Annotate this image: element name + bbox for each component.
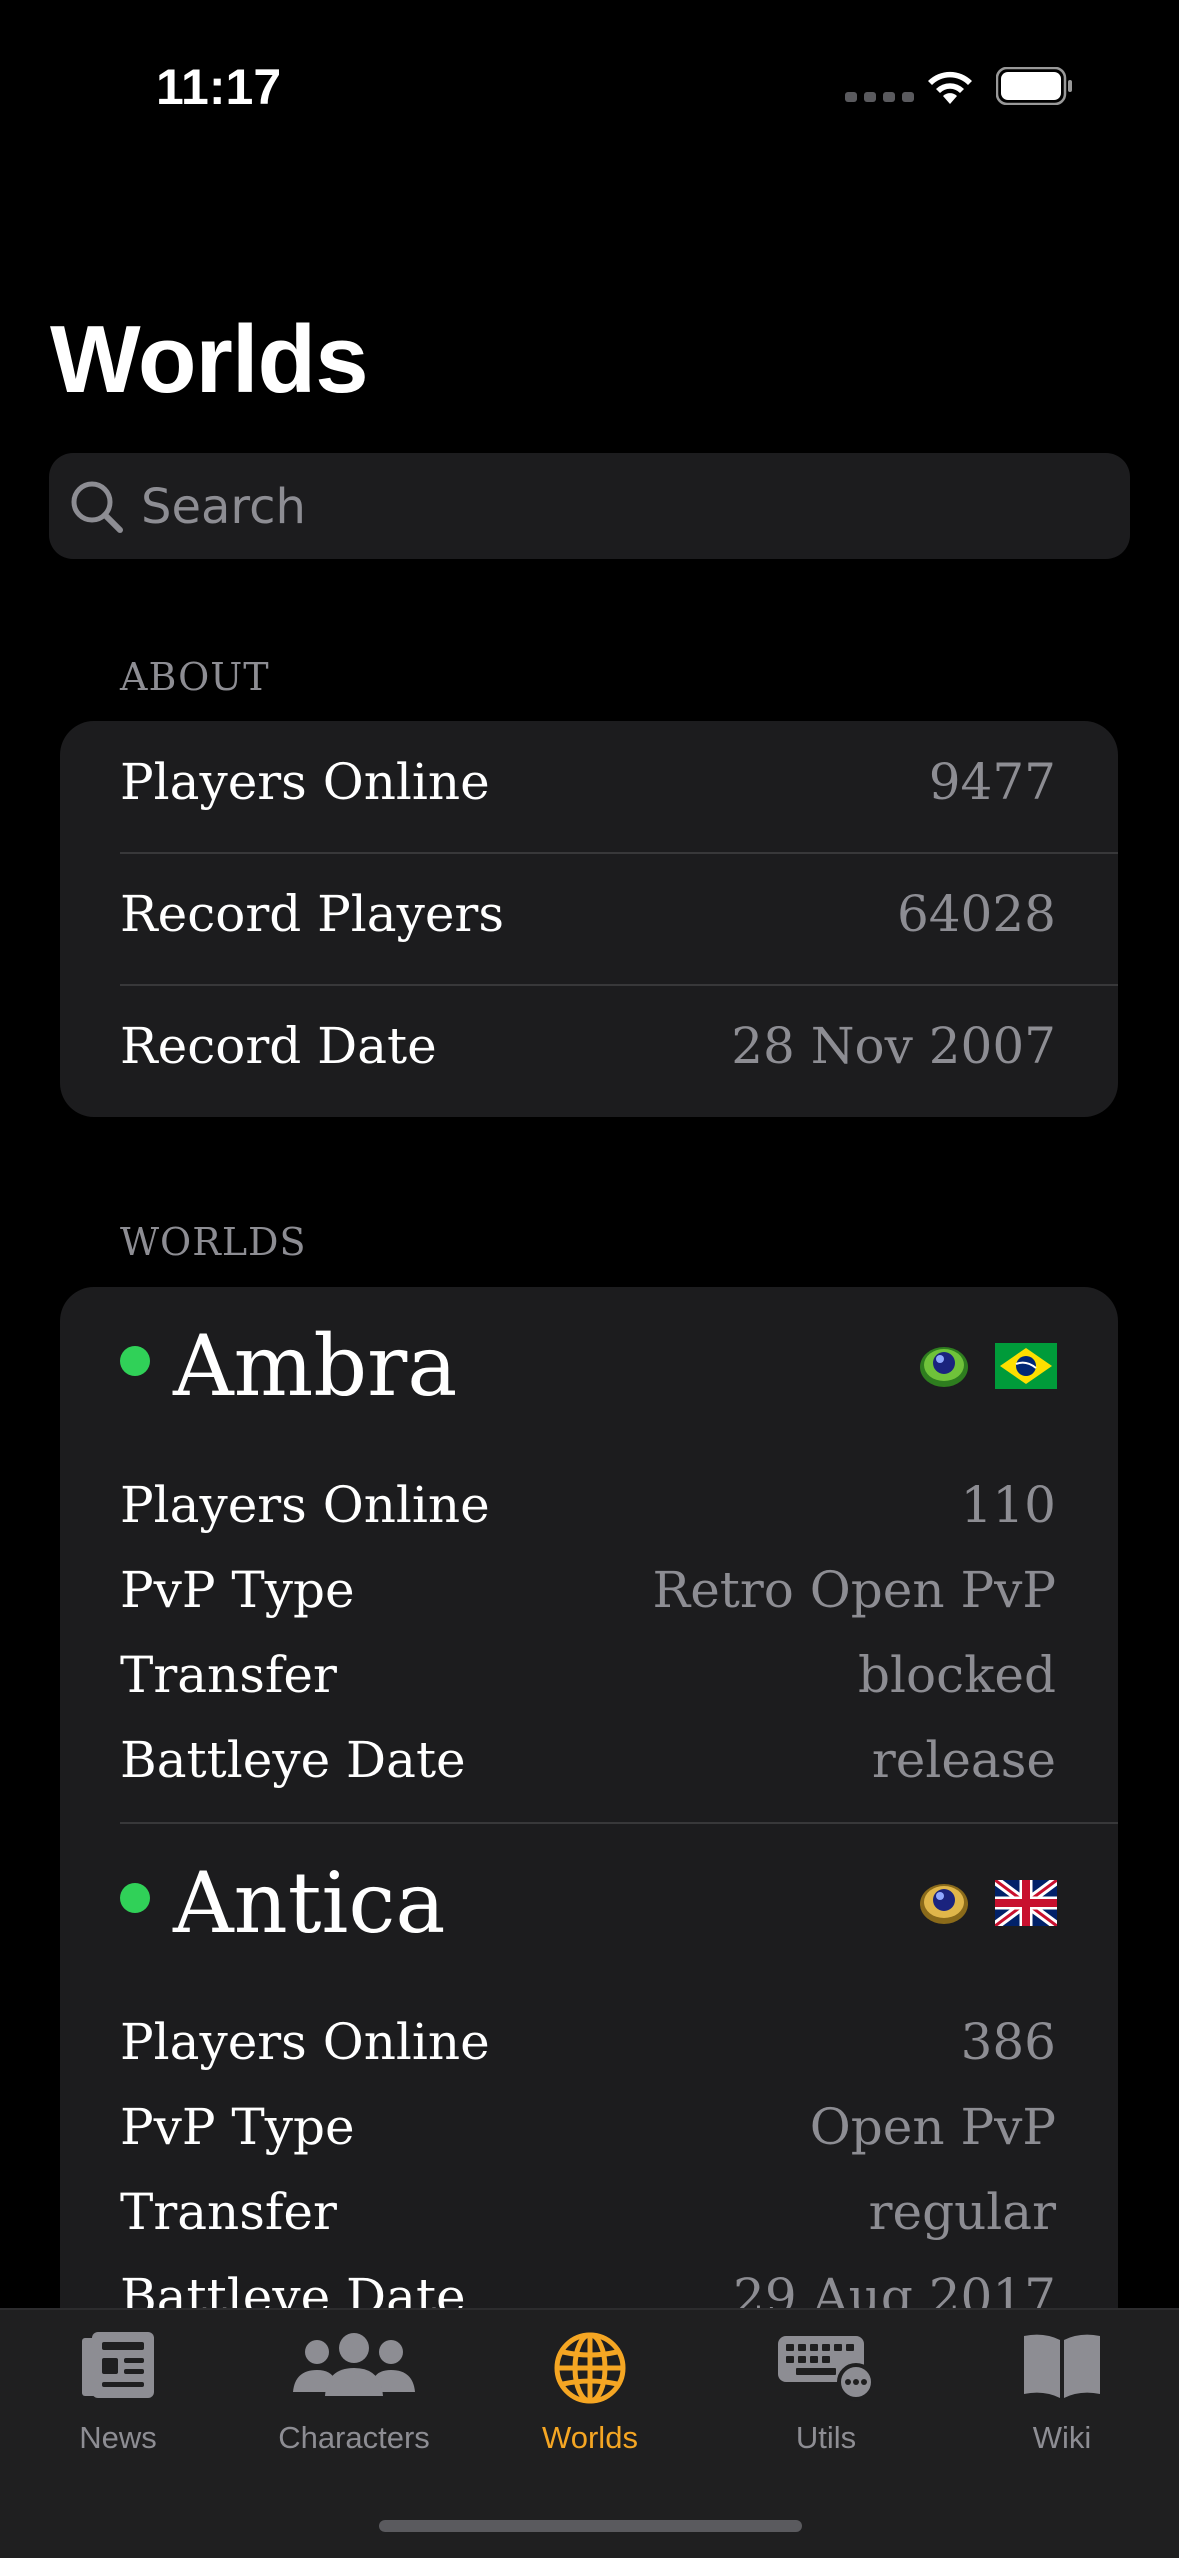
page-title: Worlds [50, 306, 369, 413]
world-row-players-online: Players Online 110 [60, 1462, 1118, 1546]
tab-news[interactable]: News [0, 2310, 236, 2490]
search-bar[interactable] [49, 453, 1130, 559]
world-row-battleye-date: Battleye Date release [60, 1717, 1118, 1801]
brazil-flag-icon [995, 1343, 1057, 1389]
about-row-record-players: Record Players 64028 [60, 853, 1118, 985]
yellow-battleye-orb-icon [920, 1884, 968, 1924]
row-value: 386 [960, 2013, 1056, 2071]
tab-label: News [79, 2420, 157, 2455]
wifi-icon [928, 71, 972, 104]
about-section-header: ABOUT [120, 655, 270, 699]
book-icon [1024, 2334, 1100, 2398]
globe-icon [554, 2332, 626, 2404]
world-row-pvp-type: PvP Type Retro Open PvP [60, 1547, 1118, 1631]
uk-flag-icon [995, 1880, 1057, 1926]
row-value: Open PvP [809, 2098, 1056, 2156]
tab-label: Utils [795, 2420, 857, 2455]
tab-characters[interactable]: Characters [236, 2310, 472, 2490]
tab-label: Characters [278, 2420, 430, 2455]
newspaper-icon [82, 2332, 154, 2398]
row-value: 9477 [928, 753, 1056, 811]
about-row-players-online: Players Online 9477 [60, 721, 1118, 853]
home-indicator [379, 2520, 802, 2532]
row-value: Retro Open PvP [652, 1561, 1056, 1619]
world-row-transfer: Transfer blocked [60, 1632, 1118, 1716]
row-label: Transfer [120, 2183, 337, 2241]
battery-icon [996, 67, 1072, 105]
world-row-pvp-type: PvP Type Open PvP [60, 2084, 1118, 2168]
world-name: Ambra [173, 1317, 458, 1415]
world-name: Antica [173, 1854, 446, 1952]
online-status-dot [120, 1883, 150, 1913]
row-value: release [871, 1731, 1056, 1789]
tab-label: Wiki [1032, 2420, 1092, 2455]
row-value: 110 [960, 1476, 1056, 1534]
row-label: PvP Type [120, 1561, 355, 1619]
search-icon [71, 481, 123, 533]
world-row-transfer: Transfer regular [60, 2169, 1118, 2253]
cellular-signal-icon [845, 92, 914, 102]
row-label: PvP Type [120, 2098, 355, 2156]
row-label: Players Online [120, 1476, 490, 1534]
row-value: blocked [858, 1646, 1056, 1704]
people-icon [293, 2333, 415, 2396]
tab-label: Worlds [542, 2420, 638, 2455]
tab-worlds[interactable]: Worlds [472, 2310, 708, 2490]
row-label: Record Date [120, 1017, 437, 1075]
about-row-record-date: Record Date 28 Nov 2007 [60, 985, 1118, 1117]
row-label: Transfer [120, 1646, 337, 1704]
tab-utils[interactable]: Utils [708, 2310, 944, 2490]
worlds-card: Ambra Players Online 110 PvP Type Retro … [60, 1287, 1118, 2387]
online-status-dot [120, 1346, 150, 1376]
row-value: regular [868, 2183, 1056, 2241]
about-card: Players Online 9477 Record Players 64028… [60, 721, 1118, 1117]
world-item-ambra[interactable]: Ambra Players Online 110 PvP Type Retro … [60, 1287, 1118, 1822]
row-value: 28 Nov 2007 [731, 1017, 1056, 1075]
row-value: 64028 [896, 885, 1056, 943]
status-bar: 11:17 [0, 0, 1179, 170]
world-item-antica[interactable]: Antica Players Online 386 PvP Type Open … [60, 1824, 1118, 2359]
row-label: Players Online [120, 753, 490, 811]
world-row-players-online: Players Online 386 [60, 1999, 1118, 2083]
green-battleye-orb-icon [920, 1347, 968, 1387]
row-label: Record Players [120, 885, 504, 943]
row-label: Players Online [120, 2013, 490, 2071]
row-label: Battleye Date [120, 1731, 466, 1789]
worlds-section-header: WORLDS [120, 1220, 307, 1264]
status-time: 11:17 [156, 59, 282, 115]
search-input[interactable] [139, 471, 1103, 543]
keyboard-icon [778, 2336, 875, 2401]
tab-wiki[interactable]: Wiki [944, 2310, 1179, 2490]
